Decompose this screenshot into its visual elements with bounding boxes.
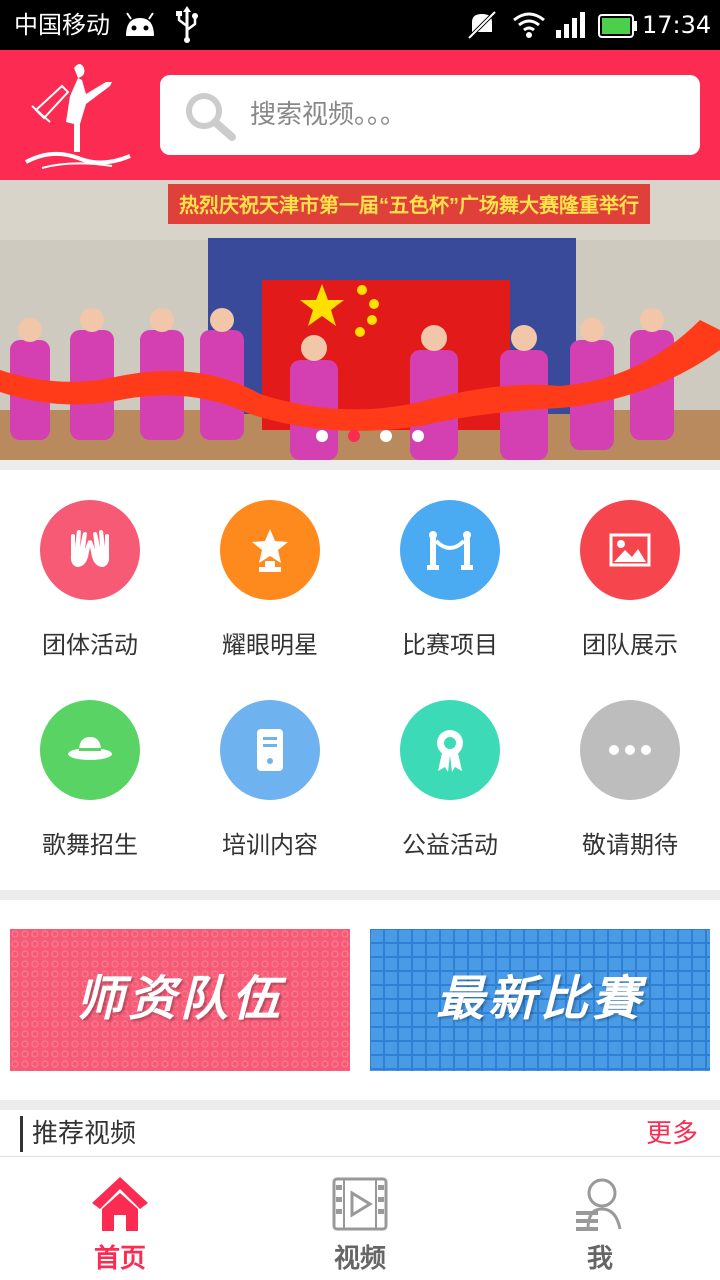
carousel-dot-active[interactable] xyxy=(348,430,360,442)
carrier-name: 中国移动 xyxy=(14,11,110,39)
banner-image: 热烈庆祝天津市第一届“五色杯”广场舞大赛隆重举行 xyxy=(0,180,720,460)
category-label: 团队展示 xyxy=(582,631,678,659)
stanchion-icon xyxy=(400,500,500,600)
promo-faculty[interactable]: 师资队伍 xyxy=(10,929,350,1071)
category-label: 耀眼明星 xyxy=(222,631,318,659)
trophy-star-icon xyxy=(220,500,320,600)
category-coming-soon[interactable]: 敬请期待 xyxy=(540,700,720,890)
profile-icon xyxy=(570,1175,630,1237)
app-header: 搜索视频。。。 xyxy=(0,50,720,180)
nav-label: 我 xyxy=(586,1244,613,1274)
usb-icon xyxy=(174,6,200,48)
category-song-dance-enroll[interactable]: 歌舞招生 xyxy=(0,700,180,890)
category-competitions[interactable]: 比赛项目 xyxy=(360,500,540,690)
category-label: 公益活动 xyxy=(402,831,498,859)
mute-icon xyxy=(466,10,498,44)
banner-caption: 热烈庆祝天津市第一届“五色杯”广场舞大赛隆重举行 xyxy=(179,193,639,217)
search-box[interactable]: 搜索视频。。。 xyxy=(160,75,700,155)
home-icon xyxy=(90,1175,150,1237)
divider xyxy=(0,890,720,900)
promo-label: 师资队伍 xyxy=(75,971,284,1027)
more-dots-icon xyxy=(580,700,680,800)
nav-label: 首页 xyxy=(93,1244,146,1274)
nav-home[interactable]: 首页 xyxy=(0,1157,240,1280)
category-shining-stars[interactable]: 耀眼明星 xyxy=(180,500,360,690)
carousel-dot[interactable] xyxy=(412,430,424,442)
hat-icon xyxy=(40,700,140,800)
divider xyxy=(0,1100,720,1110)
carousel-dots xyxy=(312,430,432,444)
category-label: 敬请期待 xyxy=(582,831,678,859)
category-label: 团体活动 xyxy=(42,631,138,659)
nav-video[interactable]: 视频 xyxy=(240,1157,480,1280)
medal-icon xyxy=(400,700,500,800)
bottom-navigation: 首页 视频 我 xyxy=(0,1156,720,1280)
category-group-activity[interactable]: 团体活动 xyxy=(0,500,180,690)
category-label: 培训内容 xyxy=(222,831,318,859)
picture-icon xyxy=(580,500,680,600)
battery-icon xyxy=(598,14,638,42)
section-title: 推荐视频 xyxy=(32,1119,137,1149)
nav-label: 视频 xyxy=(333,1244,386,1274)
clock: 17:34 xyxy=(642,11,712,39)
category-label: 歌舞招生 xyxy=(42,831,138,859)
divider xyxy=(0,460,720,470)
status-bar: 中国移动 17:34 xyxy=(0,0,720,50)
category-training-content[interactable]: 培训内容 xyxy=(180,700,360,890)
wifi-icon xyxy=(512,10,546,44)
carousel-dot[interactable] xyxy=(380,430,392,442)
carousel-dot[interactable] xyxy=(316,430,328,442)
document-icon xyxy=(220,700,320,800)
signal-icon xyxy=(554,10,586,44)
more-link[interactable]: 更多 xyxy=(646,1116,698,1152)
dancer-logo-icon[interactable] xyxy=(22,56,138,178)
section-accent-bar xyxy=(20,1116,23,1152)
android-icon xyxy=(122,10,158,42)
search-placeholder: 搜索视频。。。 xyxy=(250,100,407,130)
recommended-videos-header: 推荐视频 更多 xyxy=(0,1110,720,1156)
promo-label: 最新比賽 xyxy=(435,971,644,1027)
banner-carousel[interactable]: 热烈庆祝天津市第一届“五色杯”广场舞大赛隆重举行 xyxy=(0,180,720,460)
nav-profile[interactable]: 我 xyxy=(480,1157,720,1280)
category-label: 比赛项目 xyxy=(402,631,498,659)
video-icon xyxy=(330,1175,390,1237)
category-team-showcase[interactable]: 团队展示 xyxy=(540,500,720,690)
category-charity[interactable]: 公益活动 xyxy=(360,700,540,890)
hands-icon xyxy=(40,500,140,600)
promo-latest-competition[interactable]: 最新比賽 xyxy=(370,929,710,1071)
search-icon xyxy=(184,91,238,145)
